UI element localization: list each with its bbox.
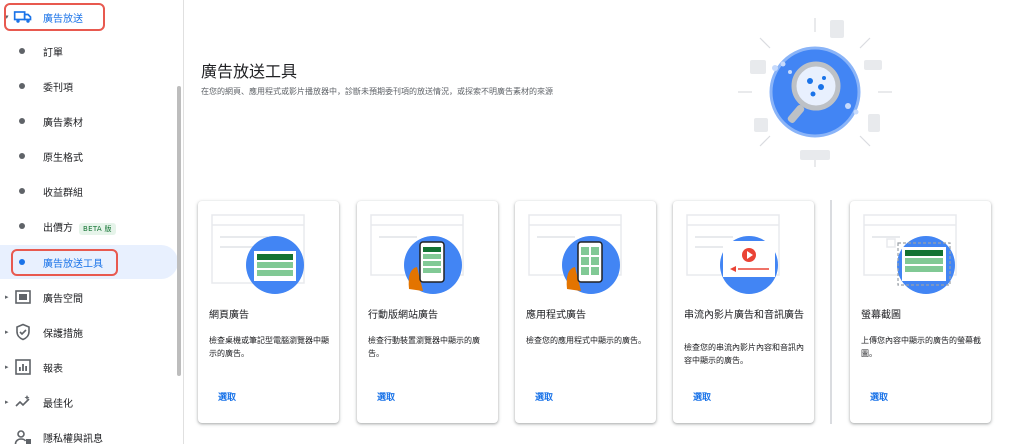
sidebar-item-native[interactable]: 原生格式: [0, 139, 178, 173]
highlight-frame: [11, 249, 118, 276]
sidebar-item-label: 廣告素材: [43, 117, 83, 129]
privacy-icon: [14, 430, 31, 444]
sidebar-scrollbar[interactable]: [177, 86, 181, 376]
select-button[interactable]: 選取: [218, 390, 236, 403]
card-description: 上傳您內容中顯示的廣告的螢幕截圖。: [861, 336, 981, 358]
sidebar-item-label: 廣告空間: [43, 293, 83, 305]
select-button[interactable]: 選取: [693, 390, 711, 403]
sidebar-item-label: 訂單: [43, 47, 63, 59]
select-button[interactable]: 選取: [377, 390, 395, 403]
web-ads-illustration: [211, 214, 305, 294]
card-title: 串流內影片廣告和音訊廣告: [684, 310, 804, 321]
caret-right-icon: ▸: [5, 398, 9, 406]
card-description: 檢查您的應用程式中顯示的廣告。: [526, 336, 646, 345]
beta-badge: BETA 版: [79, 222, 116, 235]
select-button[interactable]: 選取: [535, 390, 553, 403]
card-title: 螢幕截圖: [861, 310, 901, 321]
caret-right-icon: ▸: [5, 328, 9, 336]
card-divider: [830, 200, 832, 424]
sidebar-item-yield-groups[interactable]: 收益群組: [0, 174, 178, 208]
highlight-frame: [4, 3, 105, 31]
sidebar-item-label: 收益群組: [43, 187, 83, 199]
card-screenshot[interactable]: 螢幕截圖 上傳您內容中顯示的廣告的螢幕截圖。 選取: [850, 201, 991, 423]
bullet-icon: [19, 188, 25, 194]
magnifier-illustration: [738, 18, 892, 167]
sidebar-item-optimization[interactable]: ▸ 最佳化: [0, 385, 178, 419]
sidebar: ▾ 廣告放送 訂單 委刊項 廣告素材 原生格式 收益群組 出價方 BETA 版 …: [0, 0, 184, 444]
card-description: 檢查您的串流內影片內容和音訊內容中顯示的廣告。: [684, 343, 804, 365]
sidebar-item-bidders[interactable]: 出價方 BETA 版: [0, 209, 178, 243]
card-app-ads[interactable]: 應用程式廣告 檢查您的應用程式中顯示的廣告。 選取: [515, 201, 656, 423]
bullet-icon: [19, 83, 25, 89]
sidebar-item-label: 出價方 BETA 版: [43, 219, 116, 235]
page-subtitle: 在您的網頁、應用程式或影片播放器中，診斷未預期委刊項的放送情況，或探索不明廣告素…: [201, 87, 553, 96]
sidebar-item-orders[interactable]: 訂單: [0, 34, 178, 68]
select-button[interactable]: 選取: [870, 390, 888, 403]
sidebar-item-privacy[interactable]: 隱私權與訊息: [0, 420, 178, 444]
sidebar-item-label: 委刊項: [43, 82, 73, 94]
card-title: 網頁廣告: [209, 310, 249, 321]
card-video-audio-ads[interactable]: 串流內影片廣告和音訊廣告 檢查您的串流內影片內容和音訊內容中顯示的廣告。 選取: [673, 201, 814, 423]
bullet-icon: [19, 118, 25, 124]
bullet-icon: [19, 223, 25, 229]
bullet-icon: [19, 153, 25, 159]
optimization-icon: [15, 395, 30, 407]
sidebar-item-label: 保護措施: [43, 328, 83, 340]
sidebar-item-reports[interactable]: ▸ 報表: [0, 350, 178, 384]
card-mobile-web-ads[interactable]: 行動版網站廣告 檢查行動裝置瀏覽器中顯示的廣告。 選取: [357, 201, 498, 423]
sidebar-item-line-items[interactable]: 委刊項: [0, 69, 178, 103]
ad-space-icon: [15, 290, 31, 304]
sidebar-item-label: 隱私權與訊息: [43, 433, 103, 444]
sidebar-item-creatives[interactable]: 廣告素材: [0, 104, 178, 138]
card-title: 行動版網站廣告: [368, 310, 438, 321]
sidebar-item-inventory[interactable]: ▸ 廣告空間: [0, 280, 178, 314]
sidebar-item-label: 原生格式: [43, 152, 83, 164]
video-audio-ads-illustration: [686, 214, 780, 294]
bullet-icon: [19, 48, 25, 54]
page-title: 廣告放送工具: [201, 62, 298, 81]
screenshot-illustration: [863, 214, 957, 294]
shield-icon: [16, 323, 30, 341]
app-root: ▾ 廣告放送 訂單 委刊項 廣告素材 原生格式 收益群組 出價方 BETA 版 …: [0, 0, 1024, 444]
app-ads-illustration: [528, 214, 622, 294]
caret-right-icon: ▸: [5, 293, 9, 301]
caret-right-icon: ▸: [5, 363, 9, 371]
report-icon: [15, 359, 31, 375]
card-description: 檢查行動裝置瀏覽器中顯示的廣告。: [368, 336, 480, 358]
card-web-ads[interactable]: 網頁廣告 檢查桌機或筆記型電腦瀏覽器中顯示的廣告。 選取: [198, 201, 339, 423]
sidebar-item-label: 報表: [43, 363, 63, 375]
mobile-web-ads-illustration: [370, 214, 464, 294]
sidebar-item-label: 最佳化: [43, 398, 73, 410]
card-description: 檢查桌機或筆記型電腦瀏覽器中顯示的廣告。: [209, 336, 329, 358]
card-title: 應用程式廣告: [526, 310, 586, 321]
sidebar-item-protections[interactable]: ▸ 保護措施: [0, 315, 178, 349]
